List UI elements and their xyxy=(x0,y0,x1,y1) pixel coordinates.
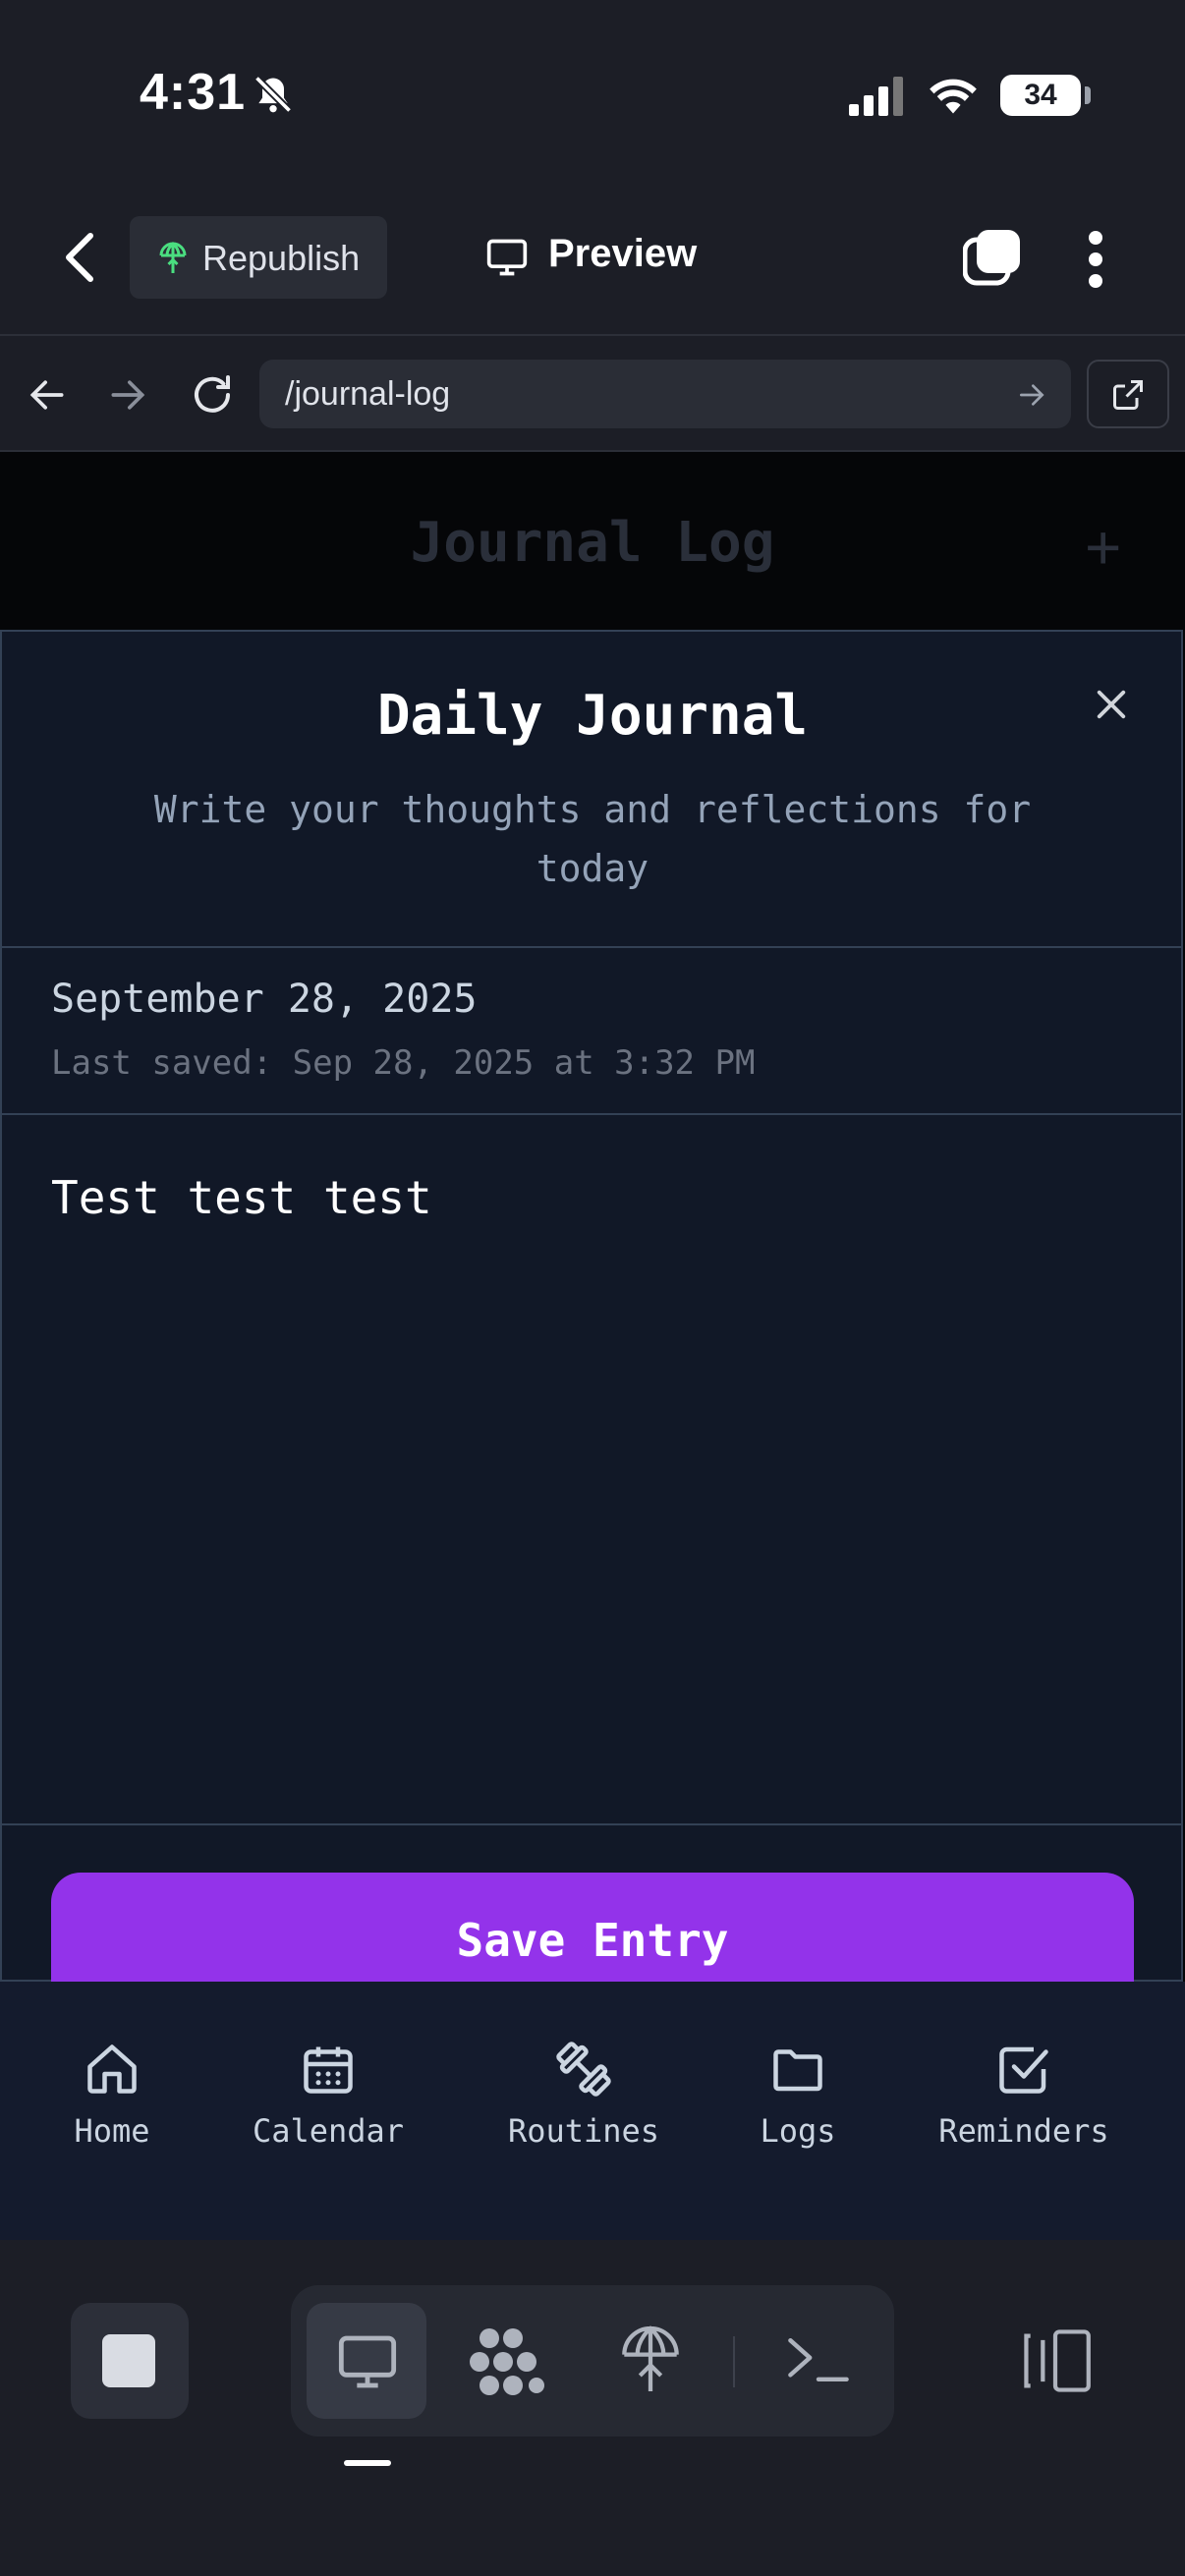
external-link-icon xyxy=(1110,377,1146,413)
go-icon[interactable] xyxy=(1016,379,1047,411)
nav-calendar[interactable]: Calendar xyxy=(240,2040,417,2150)
dumbbell-icon xyxy=(554,2040,613,2099)
monitor-icon xyxy=(336,2330,399,2393)
monitor-icon xyxy=(485,236,529,279)
preview-button[interactable]: Preview xyxy=(548,232,697,276)
battery-indicator: 34 xyxy=(1000,75,1081,116)
url-bar[interactable]: /journal-log xyxy=(259,360,1071,428)
terminal-icon[interactable] xyxy=(786,2330,851,2389)
nav-logs[interactable]: Logs xyxy=(739,2040,857,2150)
page-title: Journal Log xyxy=(410,511,775,575)
close-icon[interactable] xyxy=(1091,684,1132,725)
save-entry-label: Save Entry xyxy=(456,1914,729,1967)
entry-date: September 28, 2025 xyxy=(51,977,478,1022)
agent-icon[interactable] xyxy=(470,2326,548,2401)
modal-title: Daily Journal xyxy=(376,684,809,748)
last-saved: Last saved: Sep 28, 2025 at 3:32 PM xyxy=(51,1043,756,1083)
back-icon[interactable] xyxy=(61,230,100,285)
divider xyxy=(0,1113,1183,1115)
modal-subtitle: Write your thoughts and reflections for … xyxy=(153,788,1032,890)
add-icon[interactable]: + xyxy=(1085,511,1121,584)
bell-slash-icon xyxy=(252,73,295,116)
more-vertical-icon[interactable] xyxy=(1081,230,1110,289)
reload-icon[interactable] xyxy=(189,371,236,419)
checkbox-icon xyxy=(994,2040,1053,2099)
republish-icon xyxy=(155,240,191,277)
republish-label: Republish xyxy=(202,238,361,278)
panel-toggle-icon[interactable] xyxy=(1018,2326,1093,2395)
nav-label: Routines xyxy=(507,2112,660,2150)
battery-nub xyxy=(1085,86,1091,104)
nav-label: Calendar xyxy=(252,2112,405,2150)
folder-icon xyxy=(768,2040,827,2099)
divider xyxy=(0,946,1183,948)
republish-button[interactable]: Republish xyxy=(130,216,387,299)
nav-label: Home xyxy=(74,2112,150,2150)
open-external-button[interactable] xyxy=(1087,360,1169,428)
calendar-icon xyxy=(299,2040,358,2099)
home-indicator xyxy=(344,2460,391,2466)
stop-icon xyxy=(102,2334,155,2387)
nav-routines[interactable]: Routines xyxy=(495,2040,672,2150)
preview-view-button[interactable] xyxy=(307,2303,426,2419)
status-time: 4:31 xyxy=(140,64,247,121)
home-icon xyxy=(83,2040,141,2099)
nav-label: Logs xyxy=(760,2112,836,2150)
signal-icon xyxy=(849,77,906,116)
url-text: /journal-log xyxy=(285,375,451,413)
nav-home[interactable]: Home xyxy=(53,2040,171,2150)
journal-textarea[interactable]: Test test test xyxy=(51,1171,432,1224)
nav-label: Reminders xyxy=(938,2112,1109,2150)
browser-forward-icon[interactable] xyxy=(106,373,149,417)
nav-reminders[interactable]: Reminders xyxy=(926,2040,1122,2150)
toolbar-divider xyxy=(733,2336,735,2387)
deploy-icon[interactable] xyxy=(619,2323,682,2397)
wifi-icon xyxy=(928,73,979,116)
divider xyxy=(0,1823,1183,1825)
stop-button[interactable] xyxy=(71,2303,189,2419)
browser-back-icon[interactable] xyxy=(26,373,69,417)
tabs-icon[interactable] xyxy=(963,228,1022,287)
